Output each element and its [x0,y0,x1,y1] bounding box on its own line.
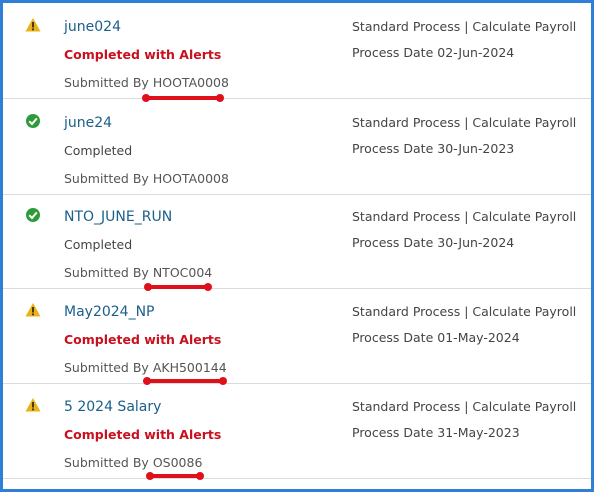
process-name: Standard Process | Calculate Payroll [352,304,577,319]
submitted-by-label: Submitted By [64,265,149,280]
process-name: Standard Process | Calculate Payroll [352,19,577,34]
payroll-run-row[interactable]: 5 2024 Salary Completed with Alerts Subm… [3,383,591,480]
run-title-link[interactable]: NTO_JUNE_RUN [64,209,172,225]
process-date-label: Process Date [352,425,434,440]
warning-icon [25,398,41,412]
process-name: Standard Process | Calculate Payroll [352,115,577,130]
run-status: Completed with Alerts [64,47,222,62]
run-status: Completed [64,143,133,158]
run-title-link[interactable]: june024 [64,19,121,35]
submitted-by: Submitted By AKH500144 [64,360,227,375]
success-check-icon [26,208,40,222]
process-date-label: Process Date [352,330,434,345]
run-title-link[interactable]: june24 [64,115,112,131]
submitted-by: Submitted By NTOC004 [64,265,212,280]
payroll-run-row[interactable]: NTO_JUNE_RUN Completed Submitted By NTOC0… [3,193,591,291]
submitted-by-user: HOOTA0008 [152,171,229,186]
process-date: Process Date 01-May-2024 [352,330,520,345]
warning-icon [25,18,41,32]
payroll-run-row[interactable]: june24 Completed Submitted By HOOTA0008 S… [3,99,591,195]
success-check-icon [26,114,40,128]
run-title-link[interactable]: May2024_NP [64,304,155,320]
submitted-by-user: HOOTA0008 [152,75,229,90]
run-title-link[interactable]: 5 2024 Salary [64,399,161,415]
run-status: Completed [64,237,133,252]
process-name: Standard Process | Calculate Payroll [352,399,577,414]
process-date-value: 02-Jun-2024 [437,45,515,60]
process-date-value: 30-Jun-2024 [437,235,515,250]
process-date-value: 30-Jun-2023 [437,141,515,156]
submitted-by-label: Submitted By [64,75,149,90]
submitted-by: Submitted By HOOTA0008 [64,75,229,90]
process-date: Process Date 30-Jun-2024 [352,235,514,250]
process-date: Process Date 31-May-2023 [352,425,520,440]
process-date-value: 01-May-2024 [437,330,520,345]
process-date: Process Date 30-Jun-2023 [352,141,514,156]
process-date: Process Date 02-Jun-2024 [352,45,514,60]
submitted-by: Submitted By HOOTA0008 [64,171,229,186]
submitted-by-user: AKH500144 [152,360,227,375]
red-underline-annotation [146,472,204,480]
submitted-by-label: Submitted By [64,455,149,470]
run-status: Completed with Alerts [64,332,222,347]
process-name: Standard Process | Calculate Payroll [352,209,577,224]
submitted-by-user: OS0086 [152,455,203,470]
submitted-by-label: Submitted By [64,171,149,186]
process-date-value: 31-May-2023 [437,425,520,440]
process-date-label: Process Date [352,141,434,156]
submitted-by-user: NTOC004 [152,265,213,280]
process-date-label: Process Date [352,235,434,250]
payroll-run-row[interactable]: june024 Completed with Alerts Submitted … [3,3,591,102]
payroll-run-row[interactable]: May2024_NP Completed with Alerts Submitt… [3,288,591,385]
process-date-label: Process Date [352,45,434,60]
payroll-runs-panel: june024 Completed with Alerts Submitted … [0,0,594,492]
submitted-by: Submitted By OS0086 [64,455,202,470]
run-status: Completed with Alerts [64,427,222,442]
submitted-by-label: Submitted By [64,360,149,375]
warning-icon [25,303,41,317]
